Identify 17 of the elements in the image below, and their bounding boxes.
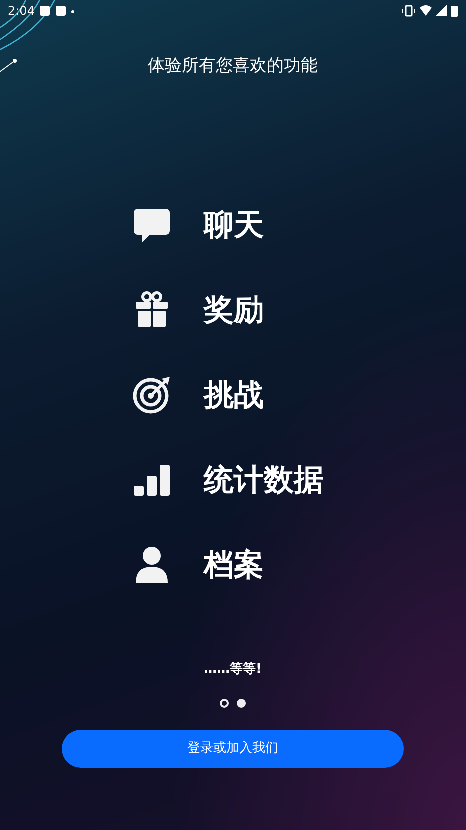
- notification-icon: [54, 5, 67, 17]
- footer-text: ……等等!: [204, 660, 262, 678]
- feature-label: 奖励: [204, 292, 264, 330]
- battery-icon: [451, 5, 458, 17]
- feature-label: 挑战: [204, 376, 264, 414]
- vibrate-icon: [402, 5, 416, 17]
- feature-label: 聊天: [204, 206, 264, 244]
- headline: 体验所有您喜欢的功能: [148, 55, 318, 78]
- target-icon: [132, 375, 172, 415]
- feature-label: 统计数据: [204, 462, 324, 500]
- signal-icon: [436, 5, 447, 17]
- page-dot[interactable]: [220, 699, 229, 708]
- page-dot[interactable]: [237, 699, 246, 708]
- feature-label: 档案: [204, 546, 264, 584]
- wifi-icon: [420, 5, 432, 17]
- notification-icon: [38, 5, 51, 17]
- login-button[interactable]: 登录或加入我们: [62, 730, 404, 768]
